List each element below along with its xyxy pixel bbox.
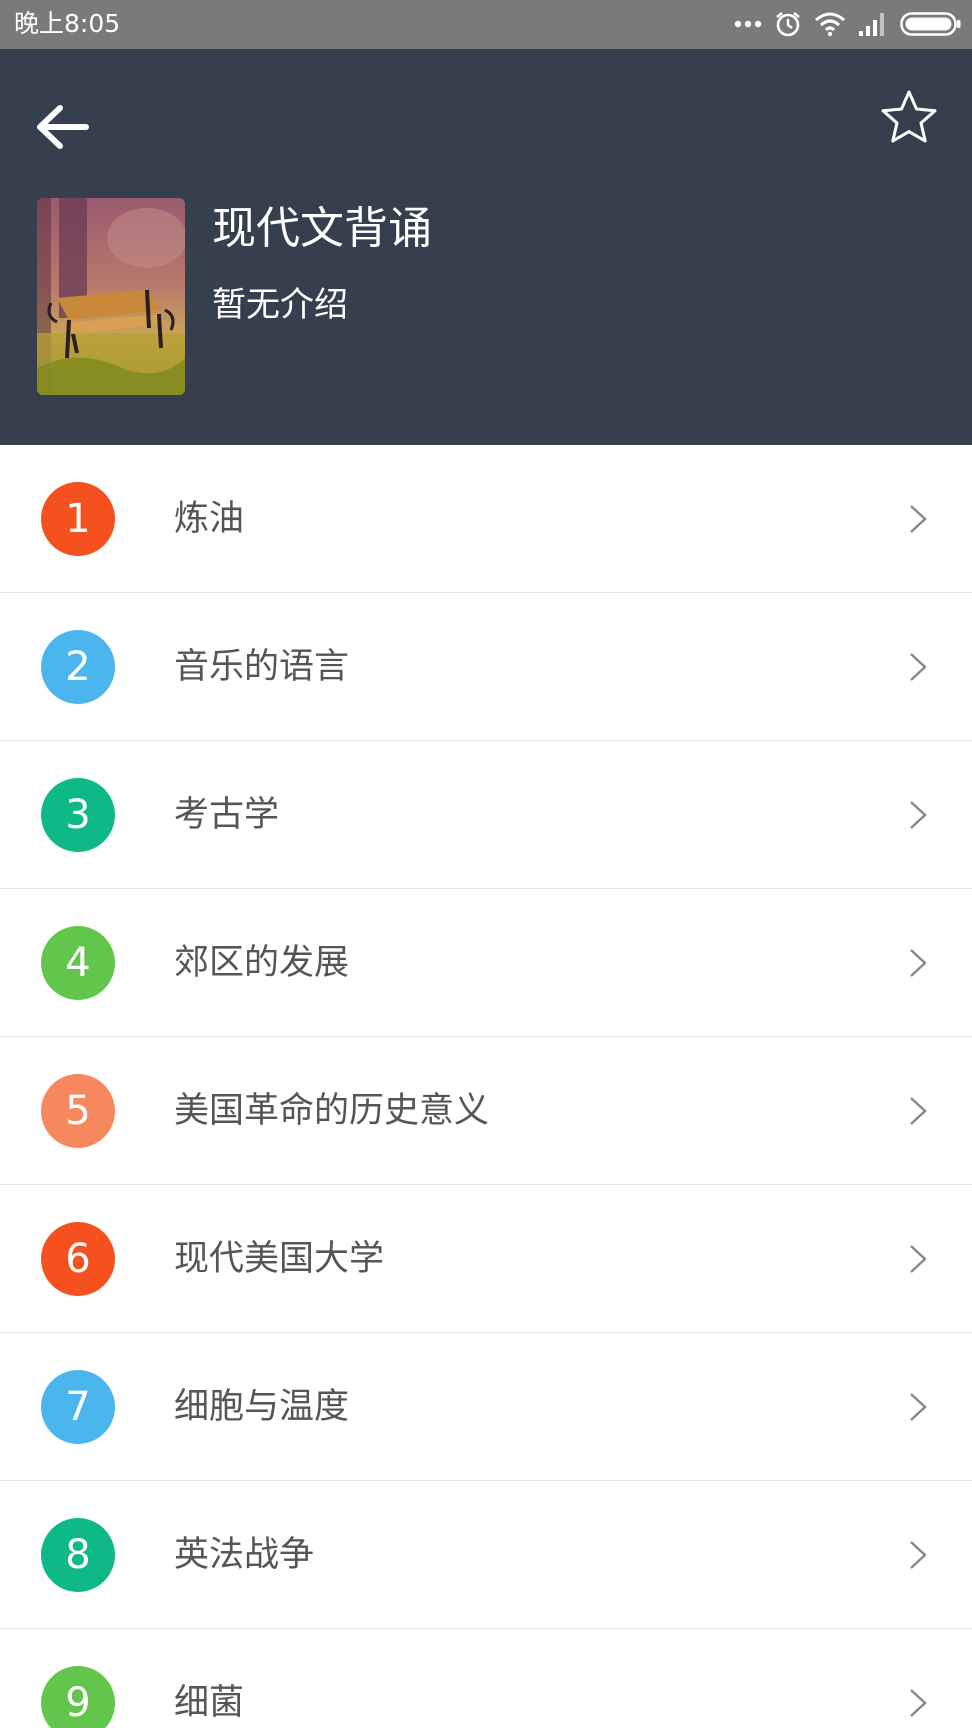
book-header: 现代文背诵 暂无介绍: [0, 49, 972, 445]
chevron-right-icon: [910, 949, 927, 977]
wifi-icon: [814, 11, 846, 37]
chapter-item-2[interactable]: 2 音乐的语言: [0, 593, 972, 741]
chapter-number-badge: 4: [41, 926, 115, 1000]
arrow-left-icon: [34, 103, 90, 155]
battery-icon: [900, 11, 962, 37]
chapter-list: 1 炼油 2 音乐的语言 3 考古学 4 郊区的发展 5 美国革命的历史意义 6…: [0, 445, 972, 1728]
chapter-title: 音乐的语言: [174, 647, 350, 687]
status-bar: 晚上8:05: [0, 0, 972, 49]
book-description: 暂无介绍: [212, 285, 348, 325]
chapter-item-5[interactable]: 5 美国革命的历史意义: [0, 1037, 972, 1185]
chapter-title: 现代美国大学: [174, 1239, 385, 1279]
chapter-item-1[interactable]: 1 炼油: [0, 445, 972, 593]
status-time: 晚上8:05: [14, 9, 121, 38]
chapter-item-3[interactable]: 3 考古学: [0, 741, 972, 889]
chapter-item-9[interactable]: 9 细菌: [0, 1629, 972, 1728]
chapter-title: 考古学: [174, 795, 280, 835]
chevron-right-icon: [910, 1393, 927, 1421]
chapter-item-7[interactable]: 7 细胞与温度: [0, 1333, 972, 1481]
chapter-title: 炼油: [174, 499, 245, 539]
chapter-number-badge: 3: [41, 778, 115, 852]
favorite-button[interactable]: [874, 85, 944, 155]
chapter-item-4[interactable]: 4 郊区的发展: [0, 889, 972, 1037]
chapter-number-badge: 7: [41, 1370, 115, 1444]
signal-icon: [858, 11, 888, 37]
back-button[interactable]: [30, 97, 94, 161]
chapter-number-badge: 6: [41, 1222, 115, 1296]
star-outline-icon: [878, 88, 940, 152]
chevron-right-icon: [910, 653, 927, 681]
chapter-number-badge: 8: [41, 1518, 115, 1592]
chapter-title: 美国革命的历史意义: [174, 1091, 490, 1131]
chevron-right-icon: [910, 1097, 927, 1125]
chevron-right-icon: [910, 1541, 927, 1569]
chapter-title: 英法战争: [174, 1535, 315, 1575]
chapter-title: 郊区的发展: [174, 943, 350, 983]
book-title: 现代文背诵: [212, 203, 432, 254]
alarm-icon: [774, 10, 802, 38]
more-dots-icon: [734, 19, 762, 29]
chapter-item-6[interactable]: 6 现代美国大学: [0, 1185, 972, 1333]
chevron-right-icon: [910, 1689, 927, 1717]
chapter-number-badge: 2: [41, 630, 115, 704]
book-cover-image: [37, 198, 185, 395]
chapter-item-8[interactable]: 8 英法战争: [0, 1481, 972, 1629]
chevron-right-icon: [910, 1245, 927, 1273]
chapter-title: 细胞与温度: [174, 1387, 350, 1427]
chevron-right-icon: [910, 505, 927, 533]
chapter-number-badge: 5: [41, 1074, 115, 1148]
chapter-title: 细菌: [174, 1683, 245, 1723]
status-icons: [722, 6, 962, 42]
chapter-number-badge: 9: [41, 1666, 115, 1728]
chapter-number-badge: 1: [41, 482, 115, 556]
chevron-right-icon: [910, 801, 927, 829]
